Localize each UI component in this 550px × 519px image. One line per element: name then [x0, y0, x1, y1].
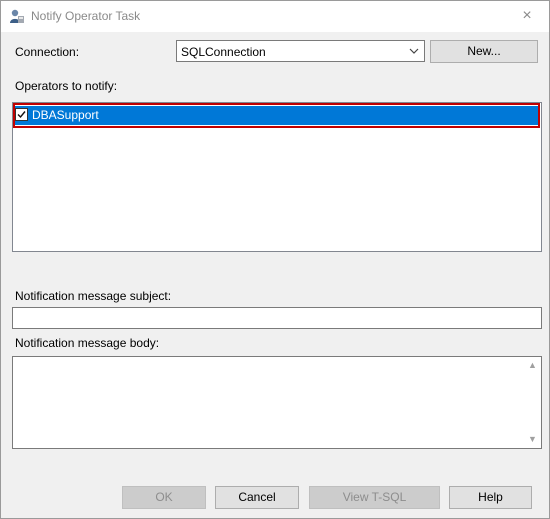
notify-operator-task-dialog: Notify Operator Task × Connection: SQLCo… — [0, 0, 550, 519]
connection-value: SQLConnection — [181, 45, 266, 59]
ok-label: OK — [155, 490, 173, 504]
help-button[interactable]: Help — [449, 486, 532, 509]
cancel-label: Cancel — [238, 490, 276, 504]
new-connection-label: New... — [467, 44, 501, 58]
body-textarea[interactable]: ▲ ▼ — [12, 356, 542, 449]
subject-input[interactable] — [12, 307, 542, 329]
scroll-up-icon[interactable]: ▲ — [524, 357, 541, 374]
view-tsql-label: View T-SQL — [342, 490, 407, 504]
cancel-button[interactable]: Cancel — [215, 486, 299, 509]
operators-label: Operators to notify: — [15, 79, 118, 93]
vertical-scrollbar[interactable]: ▲ ▼ — [524, 357, 541, 448]
subject-label: Notification message subject: — [15, 289, 172, 303]
title-bar: Notify Operator Task × — [1, 1, 549, 32]
chevron-down-icon — [409, 48, 419, 54]
scroll-down-icon[interactable]: ▼ — [524, 431, 541, 448]
window-title: Notify Operator Task — [31, 9, 141, 23]
operator-task-icon — [10, 9, 24, 23]
new-connection-button[interactable]: New... — [430, 40, 538, 63]
connection-label: Connection: — [15, 45, 80, 59]
help-label: Help — [478, 490, 503, 504]
connection-dropdown[interactable]: SQLConnection — [176, 40, 425, 62]
ok-button[interactable]: OK — [122, 486, 206, 509]
close-icon[interactable]: × — [517, 6, 537, 26]
view-tsql-button[interactable]: View T-SQL — [309, 486, 440, 509]
selection-highlight-box — [13, 103, 540, 128]
body-label: Notification message body: — [15, 336, 160, 350]
